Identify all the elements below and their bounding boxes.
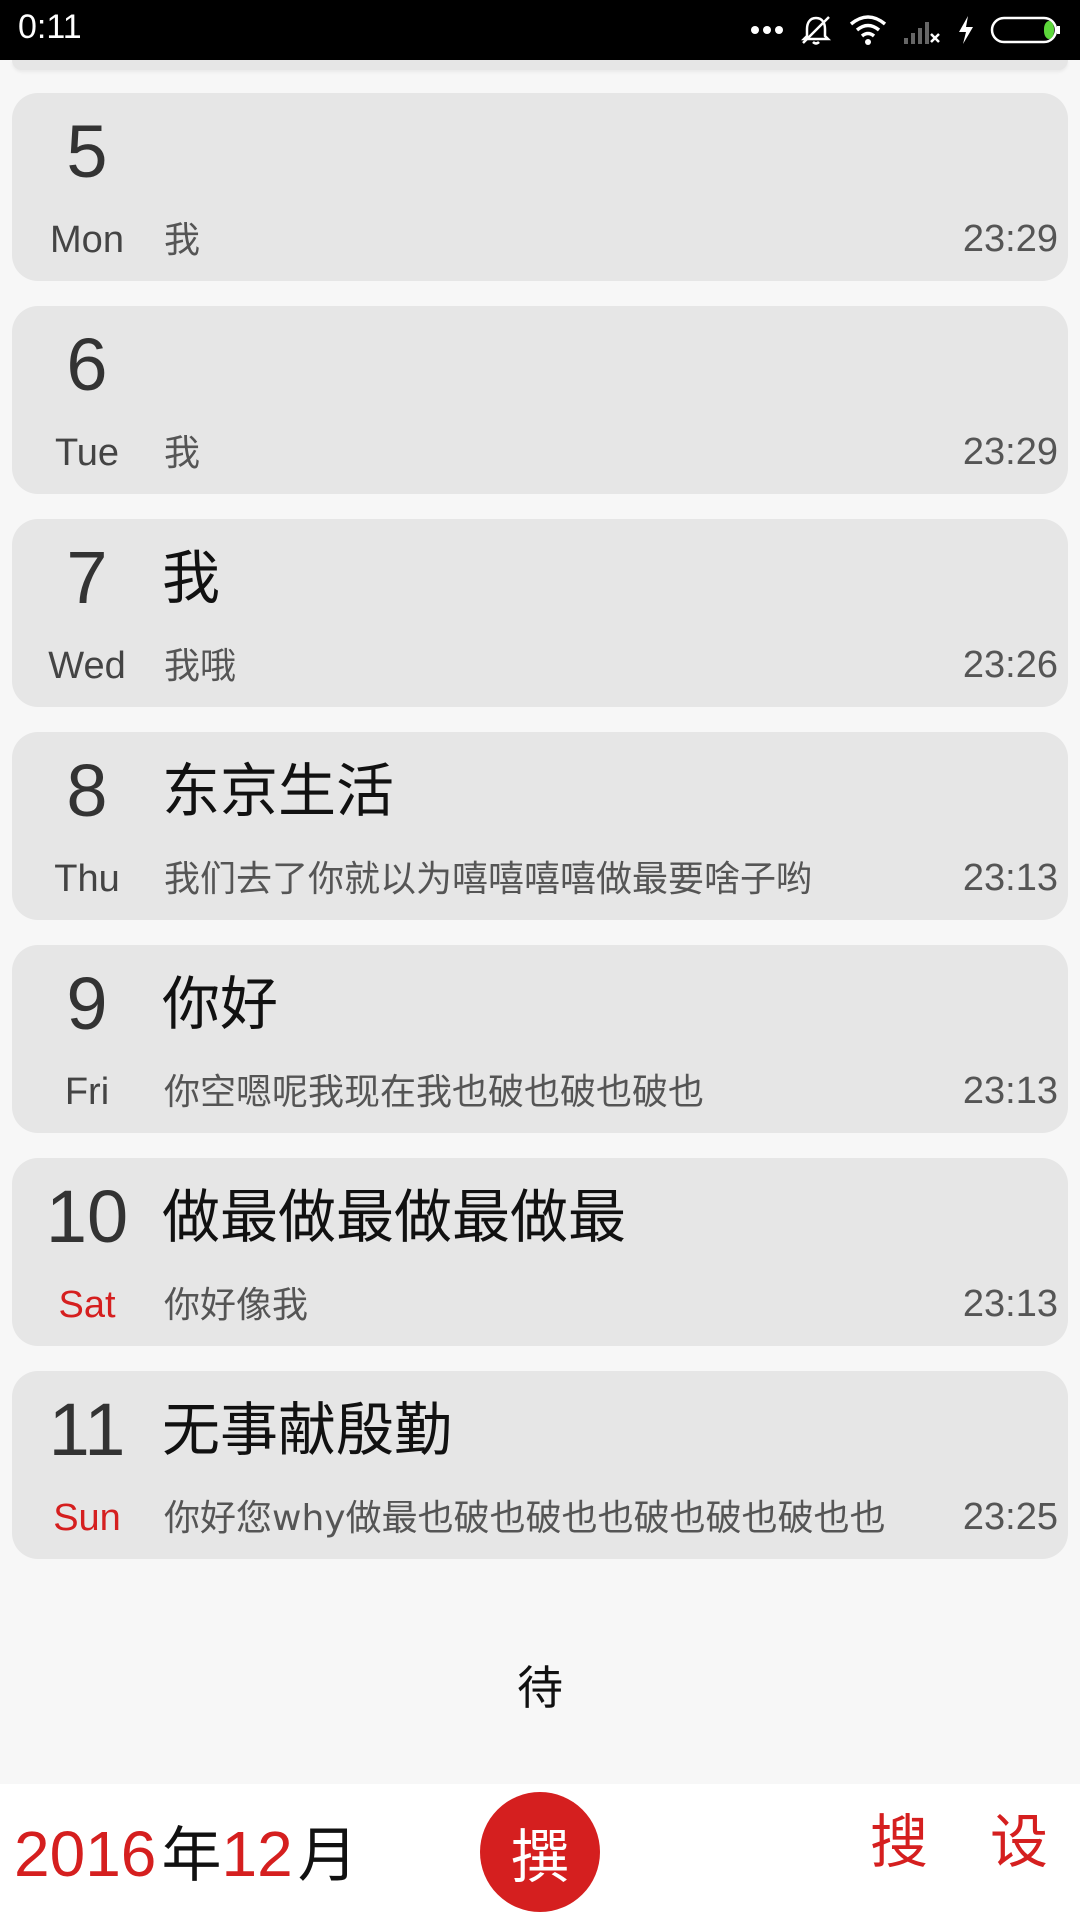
entry-weekday: Thu <box>54 858 120 900</box>
compose-button[interactable]: 撰 <box>480 1792 600 1912</box>
year-unit: 年 <box>161 1821 222 1891</box>
entry-title: 无事献殷勤 <box>162 1396 453 1464</box>
entry-time: 23:26 <box>962 644 1058 686</box>
pending-label[interactable]: 待 <box>0 1652 1080 1718</box>
entry-card-day-10[interactable]: 10 Sat 做最做最做最做最 你好像我 23:13 <box>12 1158 1068 1346</box>
entry-time: 23:25 <box>962 1496 1058 1538</box>
status-icons <box>750 10 1062 50</box>
entry-weekday: Sat <box>58 1284 116 1326</box>
entry-title: 你好 <box>162 970 279 1038</box>
charging-icon <box>956 14 976 46</box>
diary-entry-list[interactable]: 5 Mon 我 23:29 6 Tue 我 23:29 7 Wed 我 我哦 2… <box>0 60 1080 1560</box>
entry-weekday: Mon <box>50 219 124 261</box>
month-value: 12 <box>221 1818 293 1890</box>
entry-preview: 我 <box>164 433 201 474</box>
entry-preview: 我 <box>164 220 201 261</box>
more-dots-icon <box>750 25 784 35</box>
entry-day-number: 9 <box>66 962 108 1045</box>
entry-card-day-9[interactable]: 9 Fri 你好 你空嗯呢我现在我也破也破也破也 23:13 <box>12 945 1068 1133</box>
year-value: 2016 <box>14 1818 157 1890</box>
entry-time: 23:13 <box>962 1283 1058 1325</box>
entry-day-number: 11 <box>48 1388 126 1471</box>
entry-preview: 你好像我 <box>164 1285 309 1326</box>
entry-card-day-11[interactable]: 11 Sun 无事献殷勤 你好您why做最也破也破也也破也破也破也也 23:25 <box>12 1371 1068 1559</box>
entry-day-number: 8 <box>66 749 108 832</box>
entry-preview: 我哦 <box>164 646 237 687</box>
entry-weekday: Tue <box>54 432 120 474</box>
entry-card-day-5[interactable]: 5 Mon 我 23:29 <box>12 93 1068 281</box>
signal-no-service-icon <box>902 14 942 46</box>
entry-time: 23:13 <box>962 1070 1058 1112</box>
entry-day-number: 6 <box>66 323 108 406</box>
status-bar: 0:11 <box>0 0 1080 60</box>
entry-day-number: 7 <box>66 536 108 619</box>
status-time: 0:11 <box>18 8 82 46</box>
entry-preview: 我们去了你就以为嘻嘻嘻嘻做最要啥子哟 <box>164 859 813 900</box>
battery-icon <box>990 15 1062 45</box>
entry-day-number: 10 <box>45 1175 129 1258</box>
entry-weekday: Fri <box>64 1071 110 1113</box>
search-button[interactable]: 搜 <box>870 1808 928 1878</box>
wifi-icon <box>848 14 888 46</box>
entry-preview: 你好您why做最也破也破也也破也破也破也也 <box>164 1498 886 1539</box>
entry-card-day-6[interactable]: 6 Tue 我 23:29 <box>12 306 1068 494</box>
entry-card-day-7[interactable]: 7 Wed 我 我哦 23:26 <box>12 519 1068 707</box>
previous-entry-card-edge[interactable] <box>12 60 1068 70</box>
entry-time: 23:29 <box>962 218 1058 260</box>
entry-card-day-8[interactable]: 8 Thu 东京生活 我们去了你就以为嘻嘻嘻嘻做最要啥子哟 23:13 <box>12 732 1068 920</box>
entry-day-number: 5 <box>66 110 108 193</box>
month-unit: 月 <box>297 1821 358 1891</box>
entry-time: 23:13 <box>962 857 1058 899</box>
vibrate-silent-icon <box>798 12 834 48</box>
settings-button[interactable]: 设 <box>990 1808 1048 1878</box>
entry-preview: 你空嗯呢我现在我也破也破也破也 <box>164 1072 705 1113</box>
entry-weekday: Wed <box>48 645 126 687</box>
entry-title: 我 <box>162 544 221 612</box>
entry-weekday: Sun <box>53 1497 121 1539</box>
month-picker[interactable]: 2016 年12 月 <box>14 1822 358 1886</box>
entry-title: 东京生活 <box>162 757 395 825</box>
bottom-bar: 2016 年12 月 撰 搜 设 <box>0 1784 1080 1920</box>
entry-time: 23:29 <box>962 431 1058 473</box>
entry-title: 做最做最做最做最 <box>162 1183 627 1251</box>
